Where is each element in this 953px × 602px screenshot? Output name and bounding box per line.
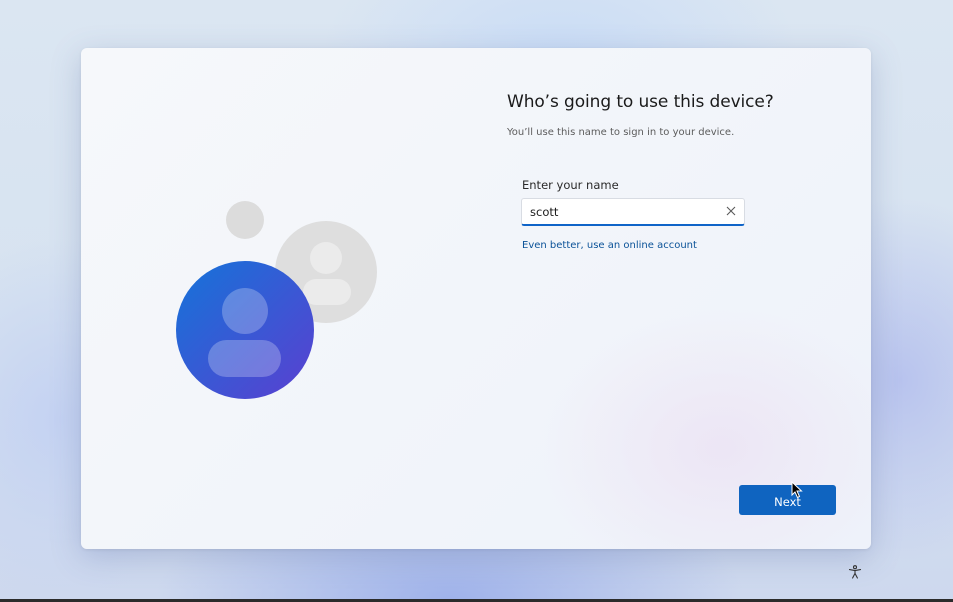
front-user-icon: [176, 261, 314, 399]
name-field-label: Enter your name: [522, 178, 619, 192]
page-subtitle: You’ll use this name to sign in to your …: [507, 127, 735, 138]
name-field: [521, 198, 745, 226]
close-icon: [726, 206, 736, 216]
name-input[interactable]: [530, 199, 710, 224]
next-button[interactable]: Next: [739, 485, 836, 515]
users-illustration: [176, 201, 377, 399]
oobe-dialog: Who’s going to use this device? You’ll u…: [81, 48, 871, 549]
page-title: Who’s going to use this device?: [507, 92, 774, 112]
mouse-cursor-icon: [791, 481, 803, 499]
clear-input-button[interactable]: [722, 202, 740, 220]
online-account-link[interactable]: Even better, use an online account: [522, 240, 697, 251]
accessibility-button[interactable]: [845, 562, 865, 582]
back-user-icon: [275, 221, 377, 323]
decor-bubble: [226, 201, 264, 239]
accessibility-icon: [848, 565, 862, 579]
